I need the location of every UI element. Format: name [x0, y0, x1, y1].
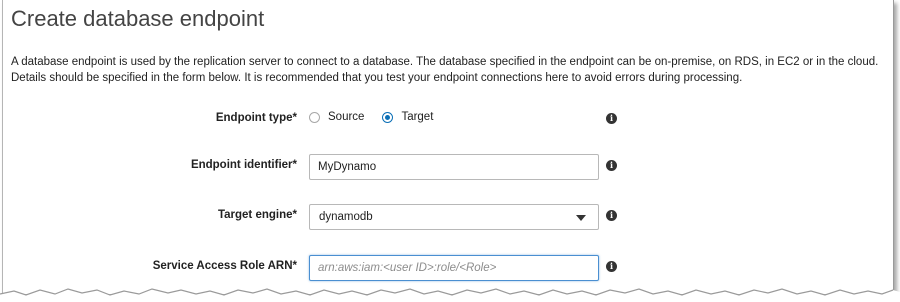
- endpoint-identifier-row: Endpoint identifier* i: [3, 154, 893, 180]
- info-icon[interactable]: i: [606, 261, 617, 272]
- required-marker: *: [292, 112, 297, 124]
- target-engine-value: dynamodb: [319, 211, 373, 223]
- target-engine-row: Target engine* dynamodb i: [3, 204, 893, 230]
- endpoint-type-radio-group: Source Target: [309, 111, 451, 123]
- required-marker: *: [292, 159, 297, 171]
- page-description: A database endpoint is used by the repli…: [11, 56, 879, 84]
- chevron-down-icon: [576, 215, 586, 221]
- endpoint-type-label-text: Endpoint type: [215, 112, 293, 124]
- dialog-panel: Create database endpoint A database endp…: [2, 0, 894, 294]
- target-radio-label[interactable]: Target: [401, 111, 433, 123]
- target-engine-label-text: Target engine: [217, 209, 293, 221]
- info-icon[interactable]: i: [606, 160, 617, 171]
- page-title: Create database endpoint: [11, 6, 265, 31]
- endpoint-identifier-input[interactable]: [309, 154, 599, 180]
- endpoint-type-row: Endpoint type* Source Target i: [3, 107, 893, 133]
- target-engine-label: Target engine*: [218, 209, 297, 221]
- service-access-role-arn-label: Service Access Role ARN*: [153, 260, 297, 272]
- info-icon[interactable]: i: [606, 113, 617, 124]
- source-radio-label[interactable]: Source: [328, 111, 364, 123]
- service-access-role-arn-label-text: Service Access Role ARN: [152, 260, 293, 272]
- endpoint-identifier-label: Endpoint identifier*: [191, 159, 297, 171]
- service-access-role-arn-row: Service Access Role ARN* i: [3, 255, 893, 281]
- target-engine-select[interactable]: dynamodb: [309, 204, 599, 230]
- required-marker: *: [292, 260, 297, 272]
- required-marker: *: [292, 209, 297, 221]
- torn-edge-decoration: [0, 288, 900, 302]
- source-radio[interactable]: [309, 111, 320, 123]
- endpoint-type-label: Endpoint type*: [216, 112, 297, 124]
- service-access-role-arn-input[interactable]: [309, 255, 599, 281]
- info-icon[interactable]: i: [606, 210, 617, 221]
- target-radio[interactable]: [382, 111, 394, 123]
- endpoint-identifier-label-text: Endpoint identifier: [190, 159, 293, 171]
